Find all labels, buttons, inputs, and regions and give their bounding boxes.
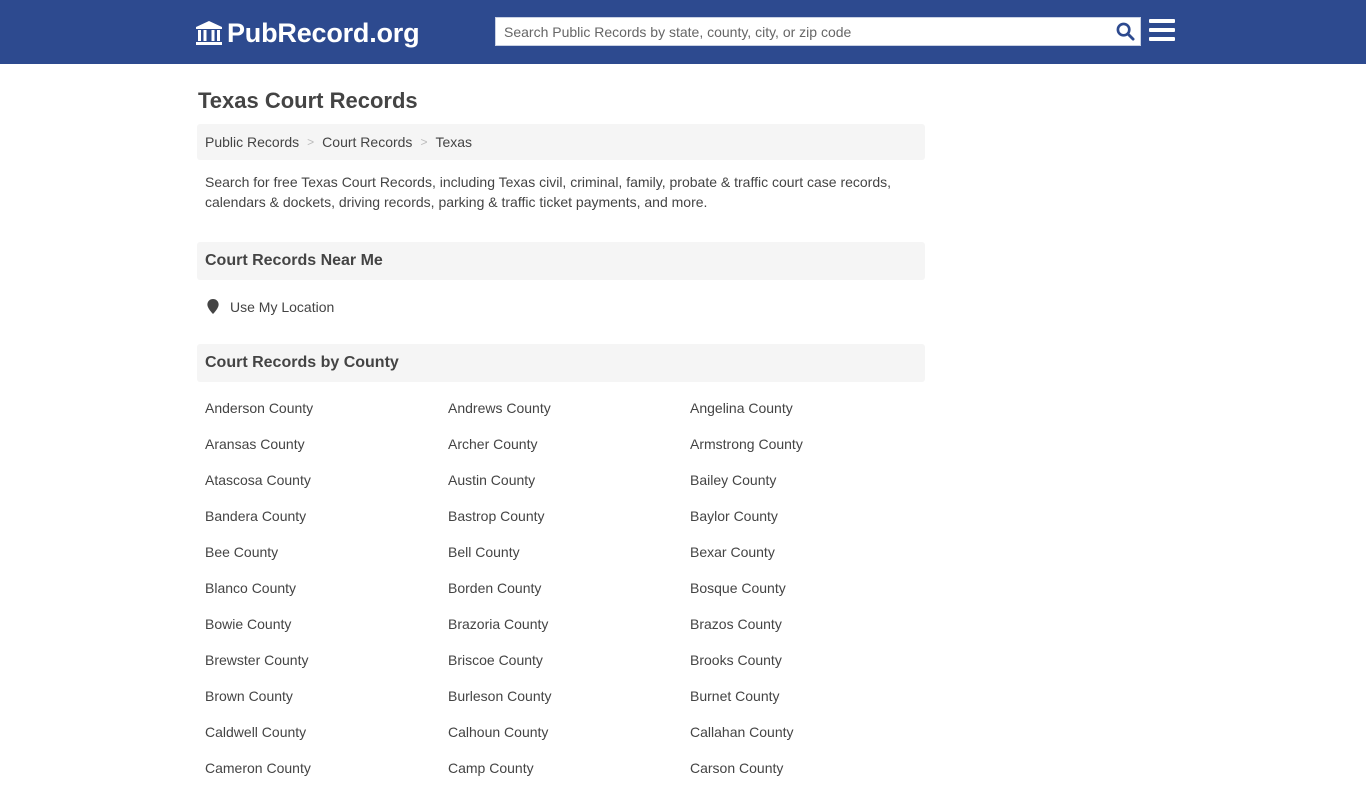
county-link[interactable]: Blanco County <box>197 579 440 615</box>
county-link[interactable]: Andrews County <box>440 399 682 435</box>
hamburger-menu-icon <box>1149 37 1175 41</box>
county-link[interactable]: Brown County <box>197 687 440 723</box>
county-link[interactable]: Bell County <box>440 543 682 579</box>
breadcrumb-texas[interactable]: Texas <box>435 134 472 150</box>
breadcrumb: Public Records > Court Records > Texas <box>197 124 925 160</box>
county-link[interactable]: Cameron County <box>197 759 440 795</box>
top-navbar: PubRecord.org <box>0 0 1366 64</box>
county-link[interactable]: Archer County <box>440 435 682 471</box>
county-link[interactable]: Bailey County <box>682 471 925 507</box>
county-link[interactable]: Brewster County <box>197 651 440 687</box>
county-link[interactable]: Austin County <box>440 471 682 507</box>
use-my-location-link[interactable]: Use My Location <box>207 298 925 315</box>
county-link[interactable]: Baylor County <box>682 507 925 543</box>
courthouse-icon <box>196 21 222 45</box>
search-icon <box>1116 22 1135 41</box>
navbar-inner: PubRecord.org <box>195 0 1175 64</box>
county-link[interactable]: Carson County <box>682 759 925 795</box>
county-link[interactable]: Caldwell County <box>197 723 440 759</box>
county-link[interactable]: Borden County <box>440 579 682 615</box>
hamburger-menu-icon <box>1149 28 1175 32</box>
breadcrumb-court-records[interactable]: Court Records <box>322 134 412 150</box>
county-link[interactable]: Armstrong County <box>682 435 925 471</box>
county-link[interactable]: Briscoe County <box>440 651 682 687</box>
by-county-heading: Court Records by County <box>197 344 925 382</box>
county-link[interactable]: Angelina County <box>682 399 925 435</box>
county-link[interactable]: Bastrop County <box>440 507 682 543</box>
county-link[interactable]: Calhoun County <box>440 723 682 759</box>
breadcrumb-separator: > <box>307 135 315 149</box>
breadcrumb-separator: > <box>420 135 428 149</box>
near-me-heading: Court Records Near Me <box>197 242 925 280</box>
county-link[interactable]: Aransas County <box>197 435 440 471</box>
county-link[interactable]: Bandera County <box>197 507 440 543</box>
county-link[interactable]: Burleson County <box>440 687 682 723</box>
county-link[interactable]: Anderson County <box>197 399 440 435</box>
county-link[interactable]: Brazoria County <box>440 615 682 651</box>
search-input[interactable] <box>496 18 1110 45</box>
county-link[interactable]: Callahan County <box>682 723 925 759</box>
hamburger-menu-button[interactable] <box>1149 19 1175 43</box>
county-link[interactable]: Bee County <box>197 543 440 579</box>
county-link[interactable]: Camp County <box>440 759 682 795</box>
county-link[interactable]: Bosque County <box>682 579 925 615</box>
county-list: Anderson County Andrews County Angelina Co… <box>197 399 925 795</box>
county-link[interactable]: Bowie County <box>197 615 440 651</box>
search-button[interactable] <box>1110 18 1140 45</box>
search-box <box>495 17 1141 46</box>
site-logo[interactable]: PubRecord.org <box>195 16 420 50</box>
county-link[interactable]: Atascosa County <box>197 471 440 507</box>
county-link[interactable]: Burnet County <box>682 687 925 723</box>
county-link[interactable]: Brooks County <box>682 651 925 687</box>
county-link[interactable]: Brazos County <box>682 615 925 651</box>
map-marker-icon <box>207 299 219 314</box>
county-link[interactable]: Bexar County <box>682 543 925 579</box>
intro-text: Search for free Texas Court Records, inc… <box>205 174 892 210</box>
logo-text: PubRecord.org <box>227 17 420 48</box>
use-my-location-label: Use My Location <box>230 298 335 315</box>
breadcrumb-public-records[interactable]: Public Records <box>205 134 299 150</box>
hamburger-menu-icon <box>1149 19 1175 23</box>
page-title: Texas Court Records <box>198 88 418 113</box>
main-content: Texas Court Records Public Records > Cou… <box>197 64 925 795</box>
